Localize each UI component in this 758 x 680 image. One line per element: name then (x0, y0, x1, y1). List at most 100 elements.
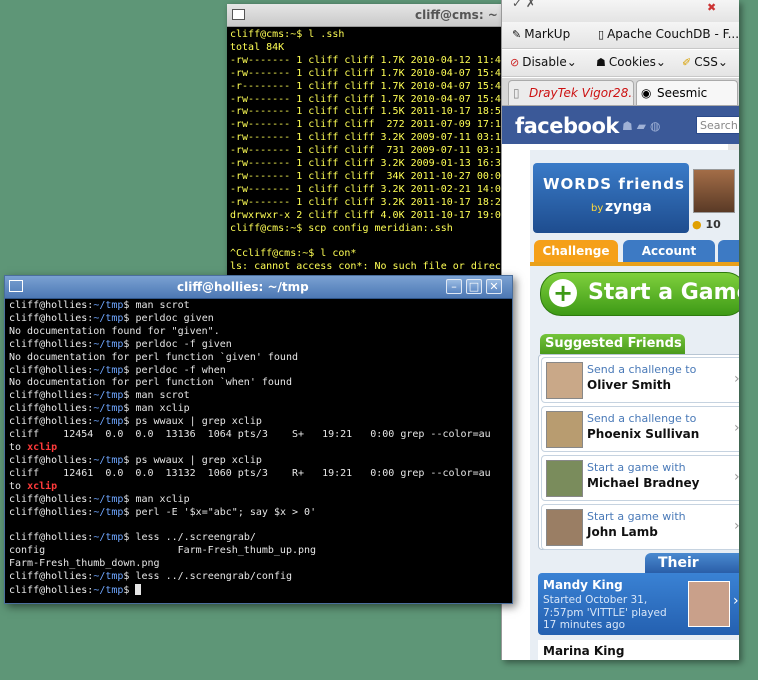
prompt-path: ~/tmp (93, 416, 124, 428)
terminal-line: to xclip (9, 481, 512, 494)
prompt-path: ~/tmp (93, 571, 124, 583)
start-game-button[interactable]: + Start a Game (540, 272, 739, 316)
prompt-user: cliff@hollies (9, 403, 88, 415)
facebook-search-input[interactable]: Search (696, 116, 739, 134)
friend-action: Start a game with (587, 461, 686, 474)
tab-more[interactable] (718, 240, 739, 262)
facebook-logo[interactable]: facebook (515, 114, 619, 138)
output-text: to (9, 441, 28, 453)
close-button[interactable]: ✕ (486, 279, 502, 294)
toolbar-icons: ✓ ✗ (512, 0, 536, 10)
game-item[interactable]: Mandy King Started October 31, 7:57pm 'V… (538, 573, 739, 635)
command-text: perldoc -f given (129, 338, 232, 350)
list-item[interactable]: Send a challenge to Oliver Smith › (541, 357, 739, 403)
command-text: man scrot (129, 390, 190, 402)
terminal-line: -rw------- 1 cliff cliff 272 2011-07-09 … (230, 119, 501, 131)
back-terminal-output[interactable]: cliff@cms:~$ l .ssh total 84K -rw------- 1… (227, 27, 517, 274)
prompt-path: ~/tmp (93, 390, 124, 402)
browser-window[interactable]: ✓ ✗ ✖ ✎ MarkUp ▯ Apache CouchDB - F... ⊘ Di… (501, 0, 739, 660)
cookies-menu[interactable]: ☗ Cookies⌄ (596, 55, 666, 69)
terminal-icon (9, 280, 23, 292)
prompt-user: cliff@hollies (9, 454, 88, 466)
game-item[interactable]: Marina King (538, 640, 739, 660)
list-item[interactable]: Start a game with John Lamb › (541, 504, 739, 550)
coin-count: ● 10 (692, 218, 721, 231)
maximize-button[interactable]: □ (466, 279, 482, 294)
tab-seesmic[interactable]: ◉ Seesmic (636, 80, 738, 105)
command-text: ps wwaux | grep xclip (129, 416, 262, 428)
back-terminal-window[interactable]: cliff@cms: ~ cliff@cms:~$ l .ssh total 84… (227, 4, 517, 289)
terminal-line: -rw------- 1 cliff cliff 1.7K 2010-04-12… (230, 54, 501, 66)
opponent-name: Marina King (543, 644, 625, 658)
prompt-path: ~/tmp (93, 312, 124, 324)
friend-action: Send a challenge to (587, 412, 697, 425)
front-terminal-output[interactable]: cliff@hollies:~/tmp$ man scrot cliff@holl… (5, 299, 512, 598)
grep-match-highlight: xclip (27, 480, 58, 492)
back-terminal-titlebar[interactable]: cliff@cms: ~ (227, 4, 517, 27)
wwf-logo: WORDS friends (543, 175, 685, 193)
prompt-path: ~/tmp (93, 364, 124, 376)
cookies-menu-label: Cookies (608, 55, 656, 69)
their-move-header: Their Move (645, 553, 739, 591)
friend-name: Michael Bradney (587, 476, 700, 490)
tab-challenge[interactable]: Challenge (534, 240, 618, 262)
chevron-right-icon: › (734, 518, 739, 534)
css-menu[interactable]: ✐ CSS⌄ (682, 55, 728, 69)
terminal-line: -rw------- 1 cliff cliff 731 2009-07-11 … (230, 145, 501, 157)
front-terminal-window[interactable]: cliff@hollies: ~/tmp – □ ✕ cliff@hollies… (4, 275, 513, 604)
words-with-friends-app: WORDS friends by zynga ● 10 Challenge Ac… (530, 150, 739, 660)
terminal-line: cliff@hollies:~/tmp$ man xclip (9, 494, 512, 507)
friend-photo (546, 509, 583, 546)
command-text: man xclip (129, 493, 190, 505)
friend-action: Start a game with (587, 510, 686, 523)
terminal-line: config Farm-Fresh_thumb_up.png (9, 545, 317, 557)
disable-menu-label: Disable (522, 55, 567, 69)
webdev-toolbar: ⊘ Disable⌄ ☗ Cookies⌄ ✐ CSS⌄ (502, 50, 739, 77)
user-avatar[interactable] (693, 169, 735, 213)
bookmark-markup[interactable]: ✎ MarkUp (512, 27, 570, 41)
opponent-name: Mandy King (543, 578, 623, 592)
tab-bar: ▯ DrayTek Vigor28... ◉ Seesmic (502, 78, 739, 106)
friend-photo (546, 362, 583, 399)
command-text: perldoc given (129, 312, 214, 324)
terminal-line: Farm-Fresh_thumb_down.png (9, 558, 160, 570)
prompt-path: ~/tmp (93, 403, 124, 415)
prompt-path: ~/tmp (93, 532, 124, 544)
terminal-line: No documentation for perl function `when… (9, 377, 292, 389)
text-cursor[interactable] (135, 583, 142, 595)
chevron-down-icon: ⌄ (717, 55, 728, 69)
command-text: ps wwaux | grep xclip (129, 454, 262, 466)
minimize-button[interactable]: – (446, 279, 462, 294)
list-item[interactable]: Send a challenge to Phoenix Sullivan › (541, 406, 739, 452)
prompt-path: ~/tmp (93, 493, 124, 505)
front-terminal-title: cliff@hollies: ~/tmp (177, 280, 309, 294)
tab-account[interactable]: Account (623, 240, 715, 262)
facebook-notification-icons[interactable]: ☗▰◍ (622, 119, 664, 133)
command-text: perl -E '$x="abc"; say $x > 0' (129, 506, 317, 518)
bookmark-couchdb[interactable]: ▯ Apache CouchDB - F... (598, 27, 739, 41)
terminal-line: cliff@hollies:~/tmp$ ps wwaux | grep xcl… (9, 455, 512, 468)
terminal-line: cliff@cms:~$ scp config meridian:.ssh (230, 222, 453, 234)
output-text: to (9, 480, 28, 492)
markup-icon: ✎ (512, 28, 522, 41)
prompt-path: ~/tmp (93, 454, 124, 466)
chevron-right-icon: › (734, 420, 739, 436)
terminal-line: -rw------- 1 cliff cliff 1.5K 2011-10-17… (230, 106, 501, 118)
close-tab-icon[interactable]: ✖ (707, 1, 716, 14)
front-terminal-titlebar[interactable]: cliff@hollies: ~/tmp – □ ✕ (5, 276, 512, 299)
terminal-line: to xclip (9, 442, 512, 455)
tab-draytek[interactable]: ▯ DrayTek Vigor28... (508, 80, 634, 105)
friend-action: Send a challenge to (587, 363, 697, 376)
prompt-user: cliff@hollies (9, 416, 88, 428)
prompt-user: cliff@hollies (9, 300, 88, 311)
terminal-line: cliff@hollies:~/tmp$ less ../.screengrab… (9, 571, 512, 584)
terminal-line: cliff@hollies:~/tmp$ perl -E '$x="abc"; … (9, 507, 512, 520)
command-text: perldoc -f when (129, 364, 226, 376)
disable-menu[interactable]: ⊘ Disable⌄ (510, 55, 577, 69)
prompt-user: cliff@hollies (9, 364, 88, 376)
prompt-path: ~/tmp (93, 338, 124, 350)
terminal-line: -rw------- 1 cliff cliff 34K 2011-10-27 … (230, 170, 501, 182)
terminal-line: -rw------- 1 cliff cliff 3.2K 2009-07-11… (230, 132, 501, 144)
list-item[interactable]: Start a game with Michael Bradney › (541, 455, 739, 501)
